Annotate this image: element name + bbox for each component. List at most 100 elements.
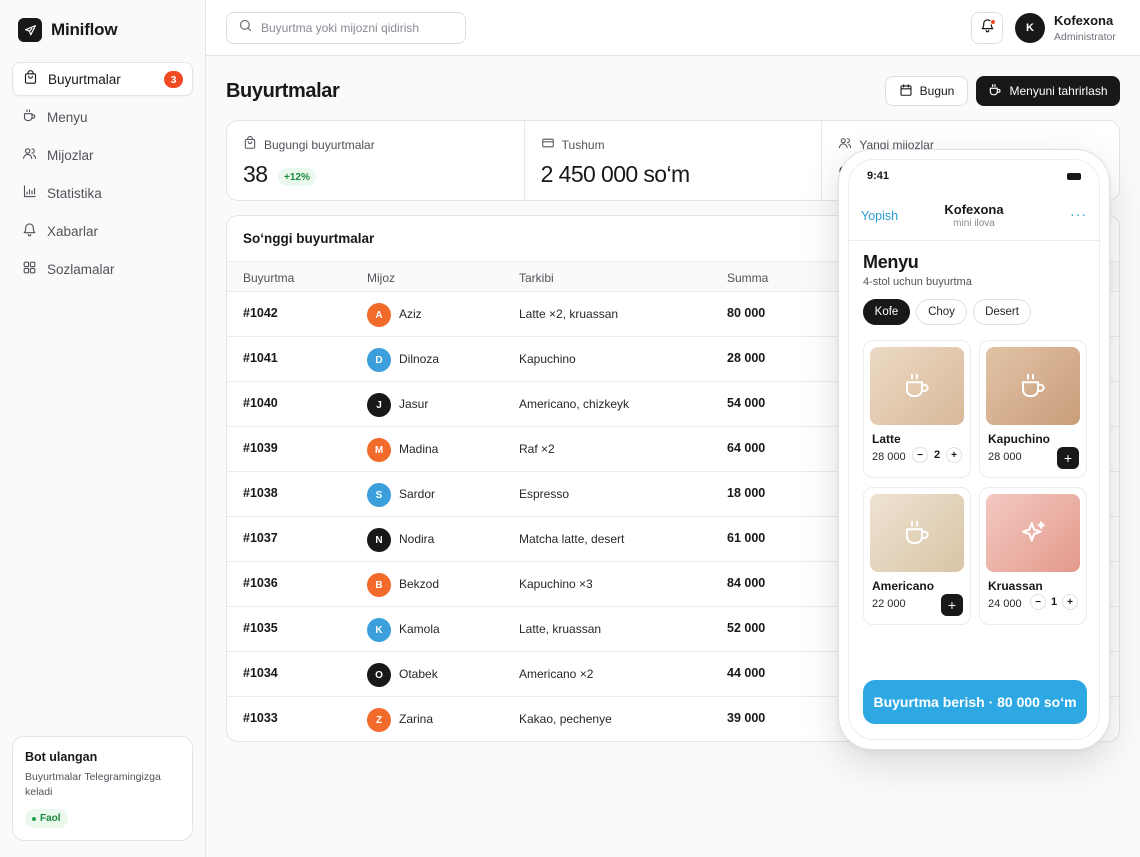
order-items: Latte ×2, kruassan — [519, 307, 619, 321]
sidebar-item-label: Xabarlar — [47, 223, 99, 239]
order-id[interactable]: #1035 — [243, 621, 278, 635]
bot-title: Bot ulangan — [25, 750, 98, 764]
product-price: 28 000 — [988, 451, 1022, 463]
product-price: 22 000 — [872, 598, 906, 610]
order-id[interactable]: #1037 — [243, 531, 278, 545]
notifications-button[interactable] — [971, 12, 1003, 44]
status-dot-icon — [32, 816, 36, 821]
avatar[interactable]: K — [1015, 13, 1045, 43]
stat-revenue: Tushum 2 450 000 so‘m — [525, 121, 823, 200]
stat-value: 2 450 000 so‘m — [540, 161, 690, 187]
product-card-kruassan[interactable]: Kruassan 24 000 − 1 + — [979, 487, 1087, 625]
order-id[interactable]: #1033 — [243, 711, 278, 725]
mini-app-preview: 9:41 Yopish Kofexona mini ilova ··· Meny… — [838, 149, 1110, 750]
bot-description: Buyurtmalar Telegramingizga keladi — [25, 771, 161, 798]
sidebar-item-label: Mijozlar — [47, 147, 94, 163]
search-input[interactable] — [261, 21, 451, 35]
orders-count-badge: 3 — [164, 71, 183, 88]
sidebar-item-orders[interactable]: Buyurtmalar 3 — [12, 62, 193, 96]
sidebar-item-messages[interactable]: Xabarlar — [12, 214, 193, 248]
column-header-order: Buyurtma — [243, 271, 295, 285]
order-items: Kakao, pechenye — [519, 712, 612, 726]
quantity-value: 1 — [1050, 596, 1058, 608]
battery-icon — [1067, 173, 1081, 180]
customer-name: Otabek — [399, 667, 438, 681]
tab-choy[interactable]: Choy — [916, 299, 967, 325]
sidebar-item-statistics[interactable]: Statistika — [12, 176, 193, 210]
product-name: Kruassan — [988, 579, 1043, 593]
stat-label: Tushum — [541, 136, 605, 153]
decrement-button[interactable]: − — [1030, 594, 1046, 610]
order-id[interactable]: #1039 — [243, 441, 278, 455]
customer-avatar: M — [367, 438, 391, 462]
order-id[interactable]: #1042 — [243, 306, 278, 320]
coffee-cup-icon — [22, 108, 37, 126]
order-items: Latte, kruassan — [519, 622, 602, 636]
order-sum: 80 000 — [727, 306, 766, 320]
product-card-americano[interactable]: Americano 22 000 + — [863, 487, 971, 625]
today-filter-button[interactable]: Bugun — [885, 76, 968, 106]
bot-status-label: Faol — [40, 813, 61, 824]
brand-name: Miniflow — [51, 20, 118, 39]
order-id[interactable]: #1034 — [243, 666, 278, 680]
section-title: So‘nggi buyurtmalar — [243, 231, 375, 246]
product-card-kapuchino[interactable]: Kapuchino 28 000 + — [979, 340, 1087, 478]
tab-kofe[interactable]: Kofe — [863, 299, 910, 325]
customer-avatar: Z — [367, 708, 391, 732]
column-header-sum: Summa — [727, 271, 769, 285]
product-name: Latte — [872, 432, 901, 446]
quantity-stepper[interactable]: − 1 + — [1030, 594, 1078, 610]
decrement-button[interactable]: − — [912, 447, 928, 463]
stat-delta-badge: +12% — [278, 168, 316, 186]
brand[interactable]: Miniflow — [18, 18, 118, 42]
add-to-cart-button[interactable]: + — [1057, 447, 1079, 469]
edit-menu-button[interactable]: Menyuni tahrirlash — [976, 76, 1120, 106]
credit-card-icon — [541, 136, 555, 153]
today-label: Bugun — [919, 84, 955, 98]
search-box[interactable] — [226, 12, 466, 44]
mini-app-title: Kofexona — [944, 202, 1004, 217]
grid-icon — [22, 260, 37, 278]
order-sum: 61 000 — [727, 531, 766, 545]
calendar-icon — [899, 83, 913, 100]
product-name: Kapuchino — [988, 432, 1050, 446]
order-sum: 28 000 — [727, 351, 766, 365]
phone-screen: 9:41 Yopish Kofexona mini ilova ··· Meny… — [848, 159, 1100, 740]
increment-button[interactable]: + — [1062, 594, 1078, 610]
order-items: Americano, chizkeyk — [519, 397, 630, 411]
customer-avatar: B — [367, 573, 391, 597]
shopping-bag-icon — [23, 70, 38, 88]
sidebar-item-label: Buyurtmalar — [48, 71, 121, 87]
page-title: Buyurtmalar — [226, 80, 340, 102]
bell-icon — [22, 222, 37, 240]
order-items: Raf ×2 — [519, 442, 555, 456]
order-id[interactable]: #1040 — [243, 396, 278, 410]
order-id[interactable]: #1036 — [243, 576, 278, 590]
user-name[interactable]: Kofexona — [1054, 13, 1113, 28]
users-icon — [838, 136, 852, 153]
order-id[interactable]: #1038 — [243, 486, 278, 500]
stat-label-text: Tushum — [561, 137, 605, 152]
sidebar-item-settings[interactable]: Sozlamalar — [12, 252, 193, 286]
product-card-latte[interactable]: Latte 28 000 − 2 + — [863, 340, 971, 478]
coffee-cup-icon — [870, 494, 964, 572]
topbar: K Kofexona Administrator — [206, 0, 1140, 56]
add-to-cart-button[interactable]: + — [941, 594, 963, 616]
sidebar-item-customers[interactable]: Mijozlar — [12, 138, 193, 172]
more-options-icon[interactable]: ··· — [1070, 206, 1087, 222]
shopping-bag-icon — [243, 136, 257, 153]
order-sum: 39 000 — [727, 711, 766, 725]
sidebar-nav: Buyurtmalar 3 Menyu Mijozlar Statistika … — [12, 62, 193, 290]
quantity-stepper[interactable]: − 2 + — [912, 447, 962, 463]
increment-button[interactable]: + — [946, 447, 962, 463]
tab-desert[interactable]: Desert — [973, 299, 1031, 325]
order-id[interactable]: #1041 — [243, 351, 278, 365]
order-sum: 84 000 — [727, 576, 766, 590]
customer-avatar: S — [367, 483, 391, 507]
menu-subheading: 4-stol uchun buyurtma — [863, 276, 972, 288]
sidebar-item-menu[interactable]: Menyu — [12, 100, 193, 134]
customer-name: Madina — [399, 442, 439, 456]
bot-status-card: Bot ulangan Buyurtmalar Telegramingizga … — [12, 736, 193, 841]
column-header-items: Tarkibi — [519, 271, 554, 285]
place-order-button[interactable]: Buyurtma berish · 80 000 so‘m — [863, 680, 1087, 724]
